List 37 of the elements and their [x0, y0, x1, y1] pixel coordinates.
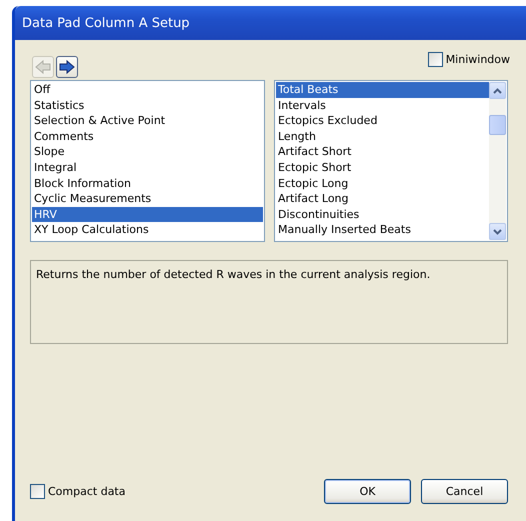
- list-item[interactable]: Length: [276, 128, 489, 144]
- list-item[interactable]: Ectopics Excluded: [276, 113, 489, 129]
- list-item[interactable]: Total Beats: [276, 82, 489, 98]
- list-item[interactable]: Comments: [32, 128, 263, 144]
- list-item[interactable]: Intervals: [276, 98, 489, 114]
- description-text: Returns the number of detected R waves in the current analysis region.: [36, 268, 430, 281]
- left-arrow-icon: [35, 60, 51, 74]
- list-item[interactable]: XY Loop Calculations: [32, 222, 263, 238]
- list-item[interactable]: Ectopic Long: [276, 176, 489, 192]
- compact-data-checkbox[interactable]: [30, 484, 45, 499]
- ok-button[interactable]: OK: [324, 479, 411, 504]
- scroll-down-button[interactable]: [489, 223, 506, 240]
- list-item[interactable]: Manually Inserted Beats: [276, 222, 489, 238]
- list-item[interactable]: Block Information: [32, 176, 263, 192]
- scrollbar[interactable]: [489, 82, 506, 240]
- scroll-thumb[interactable]: [489, 115, 506, 135]
- right-arrow-icon: [59, 60, 75, 74]
- chevron-up-icon: [493, 88, 502, 94]
- list-item[interactable]: Discontinuities: [276, 206, 489, 222]
- list-item[interactable]: HRV: [32, 206, 263, 222]
- list-item[interactable]: Statistics: [32, 98, 263, 114]
- list-item[interactable]: Artifact Long: [276, 191, 489, 207]
- list-item[interactable]: Ectopic Short: [276, 160, 489, 176]
- scroll-up-button[interactable]: [489, 82, 506, 99]
- list-item[interactable]: Cyclic Measurements: [32, 191, 263, 207]
- cancel-button[interactable]: Cancel: [421, 479, 508, 504]
- list-item[interactable]: Selection & Active Point: [32, 113, 263, 129]
- checkbox-label: Miniwindow: [446, 53, 510, 66]
- list-item[interactable]: Off: [32, 82, 263, 98]
- list-item[interactable]: Artifact Short: [276, 144, 489, 160]
- list-item[interactable]: Slope: [32, 144, 263, 160]
- list-item[interactable]: Integral: [32, 160, 263, 176]
- chevron-down-icon: [493, 228, 502, 234]
- window-title: Data Pad Column A Setup: [22, 16, 190, 30]
- forward-button[interactable]: [56, 56, 78, 78]
- miniwindow-checkbox[interactable]: [428, 52, 443, 67]
- checkbox-label: Compact data: [48, 485, 126, 498]
